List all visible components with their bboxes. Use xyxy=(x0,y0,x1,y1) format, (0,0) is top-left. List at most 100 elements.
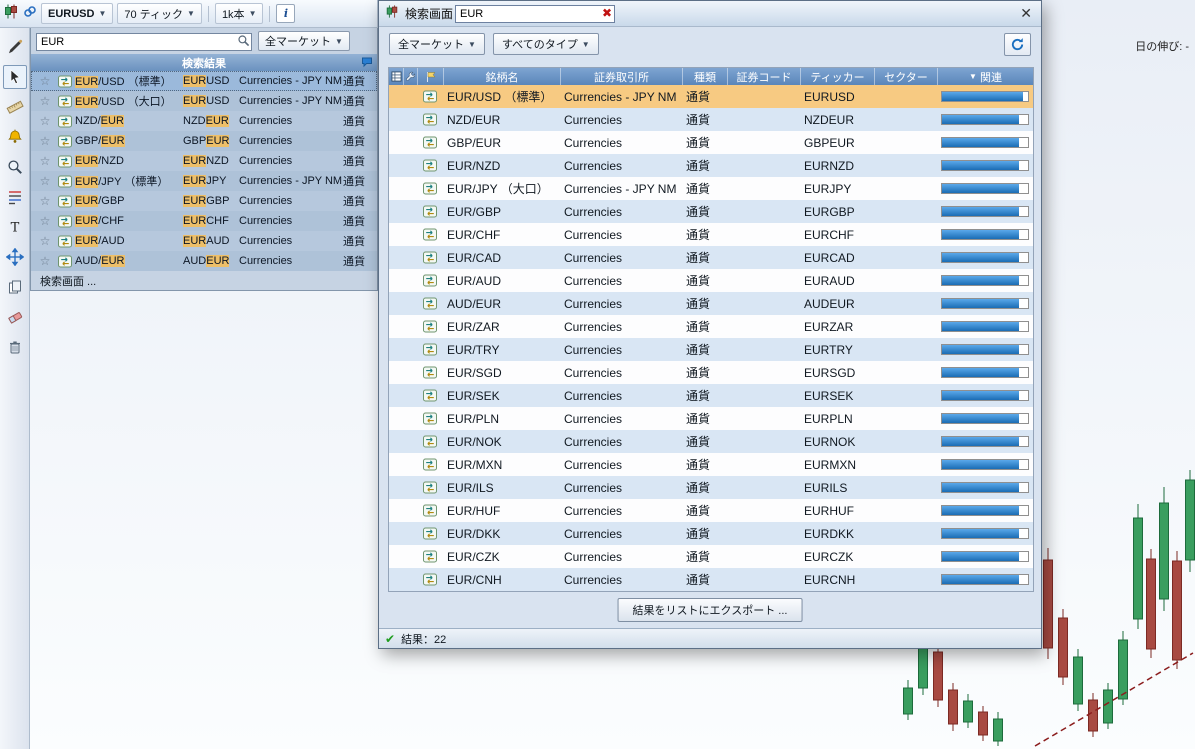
col-ticker[interactable]: ティッカー xyxy=(800,68,874,85)
favorite-star-icon[interactable]: ☆ xyxy=(35,114,55,128)
code-label: EURNZD xyxy=(183,155,229,167)
result-row[interactable]: EUR/ILS Currencies 通貨 EURILS xyxy=(389,476,1033,499)
eraser-tool-icon[interactable] xyxy=(3,305,27,329)
favorite-star-icon[interactable]: ☆ xyxy=(35,74,55,88)
result-ticker: EURCNH xyxy=(804,572,856,587)
market-filter-dropdown[interactable]: 全マーケット ▼ xyxy=(258,31,350,51)
type-filter-dropdown[interactable]: すべてのタイプ ▼ xyxy=(492,33,599,55)
watchlist-row[interactable]: ☆ EUR/NZD EURNZD Currencies 通貨 xyxy=(31,151,377,171)
result-row[interactable]: GBP/EUR Currencies 通貨 GBPEUR xyxy=(389,131,1033,154)
favorite-star-icon[interactable]: ☆ xyxy=(35,194,55,208)
result-row[interactable]: EUR/AUD Currencies 通貨 EURAUD xyxy=(389,269,1033,292)
favorite-star-icon[interactable]: ☆ xyxy=(35,214,55,228)
trash-tool-icon[interactable] xyxy=(3,335,27,359)
result-row[interactable]: EUR/TRY Currencies 通貨 EURTRY xyxy=(389,338,1033,361)
result-row[interactable]: EUR/ZAR Currencies 通貨 EURZAR xyxy=(389,315,1033,338)
watchlist-row[interactable]: ☆ EUR/GBP EURGBP Currencies 通貨 xyxy=(31,191,377,211)
dialog-chart-icon xyxy=(385,4,399,24)
result-row[interactable]: AUD/EUR Currencies 通貨 AUDEUR xyxy=(389,292,1033,315)
watchlist-row[interactable]: ☆ AUD/EUR AUDEUR Currencies 通貨 xyxy=(31,251,377,271)
result-row[interactable]: EUR/CHF Currencies 通貨 EURCHF xyxy=(389,223,1033,246)
dialog-statusbar: ✔ 結果：22 xyxy=(379,628,1041,648)
currency-pair-icon xyxy=(423,205,437,218)
result-row[interactable]: EUR/USD （標準） Currencies - JPY NM 通貨 EURUSD xyxy=(389,85,1033,108)
bars-dropdown[interactable]: 1k本 ▼ xyxy=(214,3,264,24)
col-sector[interactable]: セクター xyxy=(874,68,937,85)
chevron-down-icon: ▼ xyxy=(248,9,257,18)
dialog-search-input[interactable] xyxy=(455,5,615,23)
symbol-dropdown[interactable]: EURUSD ▼ xyxy=(41,3,114,24)
result-row[interactable]: EUR/SEK Currencies 通貨 EURSEK xyxy=(389,384,1033,407)
fibonacci-tool-icon[interactable] xyxy=(3,185,27,209)
row-details-column-icon[interactable] xyxy=(389,68,403,85)
close-icon[interactable]: ✕ xyxy=(1020,5,1032,21)
watchlist-row[interactable]: ☆ GBP/EUR GBPEUR Currencies 通貨 xyxy=(31,131,377,151)
watchlist-row[interactable]: ☆ EUR/JPY （標準） EURJPY Currencies - JPY NM 通貨 xyxy=(31,171,377,191)
result-row[interactable]: EUR/DKK Currencies 通貨 EURDKK xyxy=(389,522,1033,545)
pencil-tool-icon[interactable] xyxy=(3,35,27,59)
link-group-icon[interactable] xyxy=(23,5,37,23)
result-name: EUR/HUF xyxy=(447,503,501,518)
result-row[interactable]: EUR/CNH Currencies 通貨 EURCNH xyxy=(389,568,1033,591)
result-row[interactable]: EUR/JPY （大口） Currencies - JPY NM 通貨 EURJPY xyxy=(389,177,1033,200)
export-results-button[interactable]: 結果をリストにエクスポート ... xyxy=(617,598,803,622)
result-row[interactable]: EUR/SGD Currencies 通貨 EURSGD xyxy=(389,361,1033,384)
watchlist-row[interactable]: ☆ EUR/AUD EURAUD Currencies 通貨 xyxy=(31,231,377,251)
watchlist-row[interactable]: ☆ NZD/EUR NZDEUR Currencies 通貨 xyxy=(31,111,377,131)
search-input[interactable] xyxy=(36,33,252,51)
watchlist-row[interactable]: ☆ EUR/USD （大口） EURUSD Currencies - JPY NM 通貨 xyxy=(31,91,377,111)
relevance-bar xyxy=(941,321,1029,332)
refresh-icon xyxy=(1011,38,1024,51)
result-row[interactable]: EUR/GBP Currencies 通貨 EURGBP xyxy=(389,200,1033,223)
favorite-star-icon[interactable]: ☆ xyxy=(35,154,55,168)
cursor-tool-icon[interactable] xyxy=(2,65,27,89)
col-exchange[interactable]: 証券取引所 xyxy=(560,68,682,85)
ruler-tool-icon[interactable] xyxy=(3,95,27,119)
interval-dropdown[interactable]: 70 ティック ▼ xyxy=(117,3,202,24)
result-row[interactable]: EUR/PLN Currencies 通貨 EURPLN xyxy=(389,407,1033,430)
col-code[interactable]: 証券コード xyxy=(727,68,800,85)
exchange-label: Currencies xyxy=(239,155,293,167)
wrench-column-icon[interactable] xyxy=(403,68,417,85)
clear-search-icon[interactable]: ✖ xyxy=(602,5,612,21)
panel-hint-icon[interactable] xyxy=(361,56,373,71)
result-relevance xyxy=(937,367,1033,378)
move-tool-icon[interactable] xyxy=(3,245,27,269)
favorite-star-icon[interactable]: ☆ xyxy=(35,254,55,268)
dialog-titlebar[interactable]: 検索画面 ✖ ✕ xyxy=(379,1,1041,27)
currency-pair-icon xyxy=(423,412,437,425)
info-button[interactable]: i xyxy=(276,4,296,23)
alarm-tool-icon[interactable] xyxy=(3,125,27,149)
result-row[interactable]: EUR/CAD Currencies 通貨 EURCAD xyxy=(389,246,1033,269)
favorite-star-icon[interactable]: ☆ xyxy=(35,234,55,248)
favorite-star-icon[interactable]: ☆ xyxy=(35,134,55,148)
result-ticker: EURCHF xyxy=(804,227,854,242)
result-row[interactable]: NZD/EUR Currencies 通貨 NZDEUR xyxy=(389,108,1033,131)
flag-column-icon[interactable] xyxy=(417,68,443,85)
col-related[interactable]: ▼ 関連 xyxy=(937,68,1033,85)
result-row[interactable]: EUR/NZD Currencies 通貨 EURNZD xyxy=(389,154,1033,177)
result-relevance xyxy=(937,160,1033,171)
copy-tool-icon[interactable] xyxy=(3,275,27,299)
favorite-star-icon[interactable]: ☆ xyxy=(35,94,55,108)
favorite-star-icon[interactable]: ☆ xyxy=(35,174,55,188)
result-row[interactable]: EUR/MXN Currencies 通貨 EURMXN xyxy=(389,453,1033,476)
open-search-screen-link[interactable]: 検索画面 ... xyxy=(31,271,377,290)
col-type[interactable]: 種類 xyxy=(682,68,727,85)
result-row[interactable]: EUR/HUF Currencies 通貨 EURHUF xyxy=(389,499,1033,522)
result-row[interactable]: EUR/NOK Currencies 通貨 EURNOK xyxy=(389,430,1033,453)
watchlist-row[interactable]: ☆ EUR/CHF EURCHF Currencies 通貨 xyxy=(31,211,377,231)
result-type: 通貨 xyxy=(686,504,711,518)
zoom-tool-icon[interactable] xyxy=(3,155,27,179)
market-filter-dropdown[interactable]: 全マーケット ▼ xyxy=(389,33,485,55)
text-tool-icon[interactable]: T xyxy=(3,215,27,239)
search-results-panel: 全マーケット▼ 検索結果 ☆ EUR/USD （標準） EURUSD Currenci… xyxy=(30,28,378,291)
result-row[interactable]: EUR/CZK Currencies 通貨 EURCZK xyxy=(389,545,1033,568)
result-ticker: EURNZD xyxy=(804,158,854,173)
col-name[interactable]: 銘柄名 xyxy=(443,68,560,85)
result-exchange: Currencies xyxy=(564,227,623,242)
result-type: 通貨 xyxy=(686,412,711,426)
relevance-bar xyxy=(941,528,1029,539)
watchlist-row[interactable]: ☆ EUR/USD （標準） EURUSD Currencies - JPY NM 通貨 xyxy=(31,71,377,91)
refresh-button[interactable] xyxy=(1004,33,1031,56)
